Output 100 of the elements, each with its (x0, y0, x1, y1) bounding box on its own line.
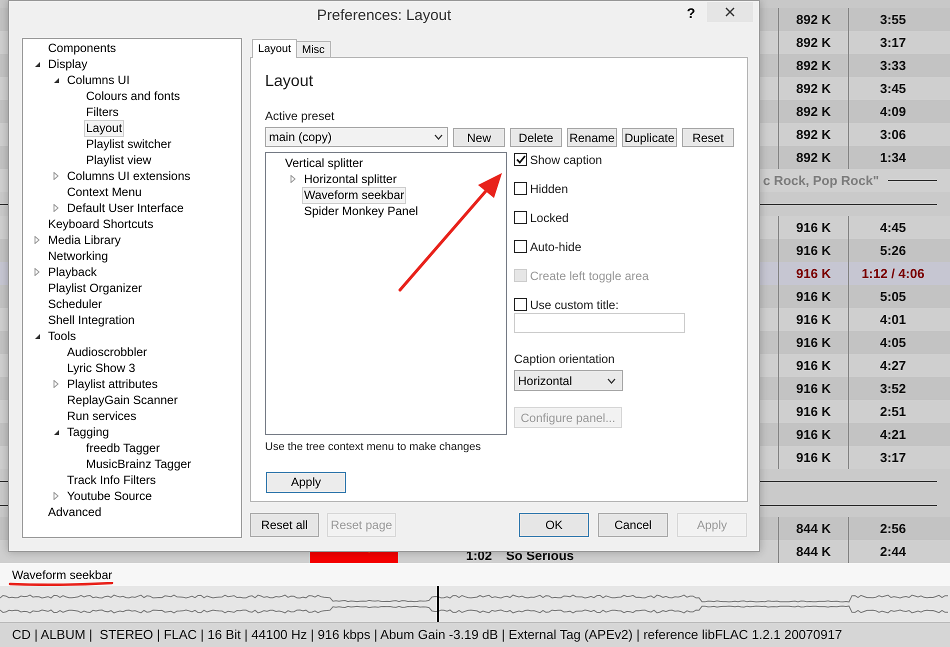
tree-item[interactable]: Networking (46, 248, 110, 264)
tree-item[interactable]: Track Info Filters (65, 472, 158, 488)
tab[interactable]: Misc (297, 41, 331, 57)
table-cell-text: 916 K (796, 356, 831, 375)
table-cell-text: 916 K (796, 264, 831, 283)
checkbox[interactable] (514, 298, 527, 311)
table-cell-text: 916 K (796, 218, 831, 237)
tree-item[interactable]: Playlist attributes (65, 376, 160, 392)
tree-item[interactable]: MusicBrainz Tagger (84, 456, 194, 472)
table-cell-text: 1:12 / 4:06 (862, 264, 924, 283)
checkbox-label: Create left toggle area (530, 269, 649, 283)
tree-item[interactable]: Filters (84, 104, 121, 120)
table-cell-text: 892 K (796, 80, 831, 98)
tree-item[interactable]: Shell Integration (46, 312, 137, 328)
tree-item[interactable]: Colours and fonts (84, 88, 182, 104)
checkbox-label: Hidden (530, 182, 568, 196)
checkbox[interactable] (514, 240, 527, 253)
preset-button[interactable]: New (453, 128, 505, 146)
status-text: CD | ALBUM | STEREO | FLAC | 16 Bit | 44100 Hz | 916 kbps | Abum Gain -3.19 dB | External Tag (APEv2) | reference libFLAC 1.2.1 20070917 (12, 626, 842, 644)
tree-item[interactable]: Lyric Show 3 (65, 360, 138, 376)
checkbox-label: Locked (530, 211, 569, 225)
tree-item[interactable]: Horizontal splitter (302, 170, 399, 188)
table-cell-text: 1:34 (880, 148, 906, 167)
tree-item[interactable]: Tools (46, 328, 78, 344)
tree-item[interactable]: Default User Interface (65, 200, 186, 216)
table-cell-text: 3:45 (880, 80, 906, 98)
tree-item[interactable]: Components (46, 40, 118, 56)
table-cell-text: 916 K (796, 334, 831, 352)
table-cell-text: 892 K (796, 148, 831, 167)
tree-item[interactable]: Spider Monkey Panel (302, 202, 420, 220)
collapsed-icon[interactable] (34, 268, 40, 276)
tree-item[interactable]: Tagging (65, 424, 112, 440)
tree-item[interactable]: ReplayGain Scanner (65, 392, 180, 408)
collapsed-icon[interactable] (53, 172, 59, 180)
close-icon (725, 7, 735, 17)
table-cell-text: 892 K (796, 56, 831, 75)
tree-item[interactable]: Layout (84, 120, 124, 136)
tree-item[interactable]: Playlist switcher (84, 136, 174, 152)
tree-item[interactable]: Audioscrobbler (65, 344, 150, 360)
dialog-button[interactable]: Cancel (598, 513, 668, 537)
tree-item[interactable]: Context Menu (65, 184, 144, 200)
tree-item[interactable]: Playlist Organizer (46, 280, 144, 296)
tree-item[interactable]: Media Library (46, 232, 123, 248)
tree-item[interactable]: Columns UI (65, 72, 132, 88)
panel-caption: Waveform seekbar (12, 566, 112, 584)
table-cell-text: 916 K (796, 426, 831, 444)
tree-item[interactable]: freedb Tagger (84, 440, 162, 456)
tab[interactable]: Layout (252, 39, 298, 58)
tree-item[interactable]: Keyboard Shortcuts (46, 216, 156, 232)
checkbox-label: Auto-hide (530, 240, 582, 254)
preset-button[interactable]: Delete (510, 128, 562, 146)
preset-button[interactable]: Reset (682, 128, 734, 146)
checkbox[interactable] (514, 153, 527, 166)
checkbox[interactable] (514, 182, 527, 195)
table-cell-text: 2:44 (880, 542, 906, 561)
table-cell-text: 3:55 (880, 10, 906, 29)
collapsed-icon[interactable] (290, 175, 296, 183)
table-cell-text: 916 K (796, 288, 831, 306)
table-cell-text: 5:05 (880, 288, 906, 306)
group-heading: c Rock, Pop Rock" (763, 172, 879, 190)
tree-item[interactable]: Display (46, 56, 90, 72)
tree-item[interactable]: Playback (46, 264, 99, 280)
table-cell-text: 3:17 (880, 448, 906, 467)
window-title: Preferences: Layout (316, 6, 452, 26)
collapsed-icon[interactable] (53, 380, 59, 388)
table-cell-text: 844 K (796, 542, 831, 561)
tree-item[interactable]: Columns UI extensions (65, 168, 192, 184)
preset-button[interactable]: Duplicate (622, 128, 677, 146)
field-label: Active preset (265, 108, 336, 122)
help-button[interactable]: ? (681, 3, 701, 24)
waveform-seekbar[interactable] (0, 586, 950, 622)
close-button[interactable] (707, 2, 753, 22)
table-cell-text: 4:05 (880, 334, 906, 352)
collapsed-icon[interactable] (53, 492, 59, 500)
table-cell-text: 4:27 (880, 356, 906, 375)
tree-item[interactable]: Run services (65, 408, 138, 424)
title-field[interactable] (514, 313, 685, 333)
table-cell-text: 844 K (796, 520, 831, 538)
table-cell-text: 916 K (796, 310, 831, 329)
tree-item[interactable]: Waveform seekbar (302, 186, 406, 204)
dialog-button[interactable]: Reset all (250, 513, 319, 537)
table-cell-text: 3:33 (880, 56, 906, 75)
orientation-dropdown[interactable]: Horizontal (514, 370, 623, 391)
tree-item[interactable]: Scheduler (46, 296, 104, 312)
collapsed-icon[interactable] (53, 204, 59, 212)
checkbox[interactable] (514, 211, 527, 224)
table-cell-text: 916 K (796, 448, 831, 467)
tree-item[interactable]: Vertical splitter (283, 154, 366, 172)
expanded-icon[interactable] (34, 60, 41, 68)
dialog-button[interactable]: OK (519, 513, 589, 537)
table-cell-text: 3:17 (880, 34, 906, 52)
table-cell-text: 5:26 (880, 242, 906, 260)
apply-button[interactable]: Apply (266, 472, 346, 492)
collapsed-icon[interactable] (34, 236, 40, 244)
preset-button[interactable]: Rename (567, 128, 617, 146)
preset-dropdown[interactable]: main (copy) (265, 127, 448, 147)
tree-item[interactable]: Advanced (46, 504, 104, 520)
expanded-icon[interactable] (53, 428, 60, 436)
tree-item[interactable]: Youtube Source (65, 488, 154, 504)
tree-item[interactable]: Playlist view (84, 152, 154, 168)
